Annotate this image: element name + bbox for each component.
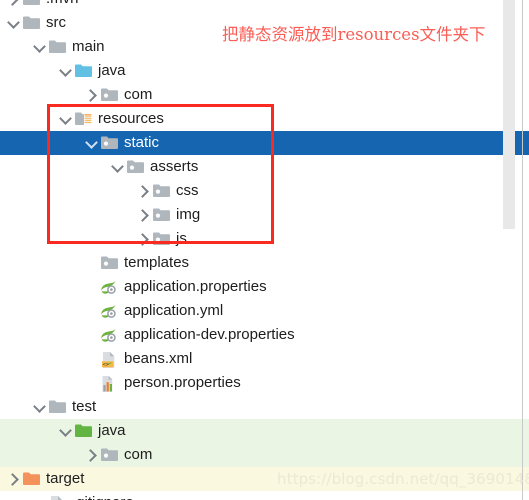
tree-row[interactable]: templates	[0, 251, 529, 275]
package-gray-icon	[152, 227, 172, 251]
folder-green-icon	[74, 419, 94, 443]
tree-item-label: static	[124, 134, 160, 151]
tree-item-label: main	[72, 38, 105, 55]
chevron-down-icon[interactable]	[32, 395, 48, 419]
chevron-placeholder	[84, 323, 100, 347]
spring-leaf-icon	[100, 275, 120, 299]
tree-item-label: .gitignore	[71, 491, 134, 500]
package-gray-icon	[152, 179, 172, 203]
tree-item-label: js	[176, 230, 187, 247]
chevron-down-icon[interactable]	[32, 35, 48, 59]
tree-item-label: application-dev.properties	[124, 326, 295, 343]
tree-item-label: test	[72, 398, 97, 415]
plain-file-icon	[48, 491, 68, 500]
tree-item-label: application.properties	[124, 278, 267, 295]
tree-row[interactable]: java	[0, 419, 529, 443]
tree-item-label: asserts	[150, 158, 199, 175]
package-gray-icon	[100, 251, 120, 275]
tree-item-label: templates	[124, 254, 190, 271]
tree-row[interactable]: <> beans.xml	[0, 347, 529, 371]
folder-blue-icon	[74, 59, 94, 83]
tree-item-label: src	[46, 14, 66, 31]
package-gray-icon	[100, 131, 120, 155]
scrollbar-edge	[522, 0, 523, 500]
folder-gray-icon	[48, 35, 68, 59]
folder-gray-icon	[22, 0, 42, 11]
chevron-right-icon[interactable]	[136, 179, 152, 203]
chevron-down-icon[interactable]	[6, 11, 22, 35]
tree-item-label: resources	[98, 110, 164, 127]
chevron-down-icon[interactable]	[58, 419, 74, 443]
tree-item-label: application.yml	[124, 302, 224, 319]
tree-row[interactable]: css	[0, 179, 529, 203]
tree-row[interactable]: test	[0, 395, 529, 419]
scrollbar-thumb[interactable]	[503, 0, 515, 229]
chevron-placeholder	[84, 371, 100, 395]
tree-row[interactable]: static	[0, 131, 529, 155]
tree-row[interactable]: js	[0, 227, 529, 251]
watermark-text: https://blog.csdn.net/qq_36901488	[277, 470, 529, 488]
tree-row[interactable]: img	[0, 203, 529, 227]
chevron-placeholder	[84, 347, 100, 371]
chevron-placeholder	[84, 275, 100, 299]
chevron-down-icon[interactable]	[84, 131, 100, 155]
svg-text:<>: <>	[103, 362, 109, 368]
folder-gray-icon	[22, 11, 42, 35]
annotation-text: 把静态资源放到resources文件夹下	[222, 25, 486, 44]
xml-file-icon: <>	[100, 347, 120, 371]
package-gray-icon	[100, 83, 120, 107]
tree-item-label: person.properties	[124, 374, 241, 391]
project-tree-panel[interactable]: .mvn srcmain java com resources static asserts…	[0, 0, 529, 500]
spring-leaf-icon	[100, 299, 120, 323]
chevron-down-icon[interactable]	[110, 155, 126, 179]
tree-item-label: java	[98, 422, 126, 439]
tree-item-label: com	[124, 446, 153, 463]
tree-row[interactable]: com	[0, 83, 529, 107]
tree-row[interactable]: com	[0, 443, 529, 467]
tree-row[interactable]: person.properties	[0, 371, 529, 395]
tree-row[interactable]: .gitignore	[0, 491, 529, 500]
chevron-placeholder	[84, 299, 100, 323]
tree-row[interactable]: java	[0, 59, 529, 83]
tree-row[interactable]: resources	[0, 107, 529, 131]
tree-row[interactable]: application.yml	[0, 299, 529, 323]
tree-item-label: .mvn	[45, 0, 79, 11]
tree-row[interactable]: application-dev.properties	[0, 323, 529, 347]
chevron-right-icon[interactable]	[136, 227, 152, 251]
chevron-right-icon[interactable]	[6, 0, 22, 11]
package-gray-icon	[126, 155, 146, 179]
package-gray-icon	[152, 203, 172, 227]
tree-row[interactable]: asserts	[0, 155, 529, 179]
properties-file-icon	[100, 371, 120, 395]
chevron-placeholder	[32, 491, 48, 500]
tree-row[interactable]: application.properties	[0, 275, 529, 299]
folder-orange-icon	[22, 467, 42, 491]
chevron-right-icon[interactable]	[84, 443, 100, 467]
scrollbar-track[interactable]	[503, 0, 522, 500]
spring-leaf-icon	[100, 323, 120, 347]
chevron-placeholder	[84, 251, 100, 275]
tree-item-label: target	[46, 470, 85, 487]
package-gray-icon	[100, 443, 120, 467]
chevron-right-icon[interactable]	[6, 467, 22, 491]
tree-item-label: beans.xml	[124, 350, 193, 367]
chevron-down-icon[interactable]	[58, 59, 74, 83]
chevron-down-icon[interactable]	[58, 107, 74, 131]
tree-item-label: css	[176, 182, 199, 199]
tree-item-label: java	[98, 62, 126, 79]
chevron-right-icon[interactable]	[136, 203, 152, 227]
folder-gray-icon	[48, 395, 68, 419]
tree-item-label: img	[176, 206, 201, 223]
chevron-right-icon[interactable]	[84, 83, 100, 107]
folder-res-icon	[74, 107, 94, 131]
tree-row[interactable]: .mvn	[0, 0, 529, 11]
tree-item-label: com	[124, 86, 153, 103]
